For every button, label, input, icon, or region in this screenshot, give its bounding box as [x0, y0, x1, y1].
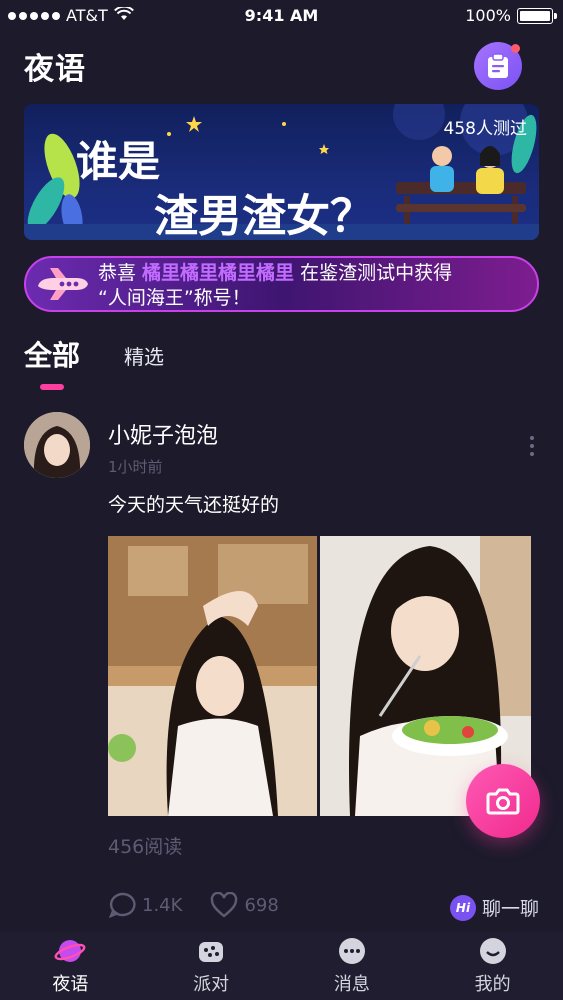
page-title: 夜语 — [24, 52, 86, 87]
banner-headline-2: 渣男渣女？ — [154, 191, 374, 240]
post-time: 1小时前 — [108, 458, 163, 476]
tab-all[interactable]: 全部 — [24, 334, 81, 390]
post-stats: 1.4K 698 — [108, 892, 307, 918]
announcement-user[interactable]: 橘里橘里橘里橘里 — [142, 262, 294, 284]
announcement-suffix: 在鉴渣测试中获得 — [294, 262, 453, 284]
quiz-banner[interactable]: 谁是 渣男渣女？ 458人测过 — [24, 104, 539, 240]
avatar[interactable] — [24, 412, 90, 478]
feed-tabs: 全部 精选 — [24, 334, 164, 390]
tasks-button[interactable] — [474, 42, 522, 90]
camera-icon — [486, 788, 520, 815]
chat-button[interactable]: Hi 聊一聊 — [449, 894, 539, 921]
read-count: 456阅读 — [108, 836, 183, 858]
announcement-title: “人间海王”称号！ — [98, 287, 251, 309]
participants-count: 458人测过 — [443, 119, 527, 139]
post-text: 今天的天气还挺好的 — [108, 494, 280, 516]
banner-headline-1: 谁是 — [76, 137, 161, 186]
announcement-text: 恭喜 橘里橘里橘里橘里 在鉴渣测试中获得 “人间海王”称号！ — [98, 261, 517, 311]
announcement-bar[interactable]: 恭喜 橘里橘里橘里橘里 在鉴渣测试中获得 “人间海王”称号！ — [24, 256, 539, 312]
notification-dot — [511, 44, 520, 53]
party-icon — [194, 934, 228, 968]
battery-percent: 100% — [465, 6, 511, 25]
hi-icon: Hi — [449, 894, 476, 921]
plane-icon — [38, 268, 88, 300]
tabbar-item-party[interactable]: 派对 — [141, 932, 282, 1000]
clipboard-icon — [488, 53, 508, 78]
status-bar: AT&T 9:41 AM 100% — [0, 0, 563, 32]
message-icon — [335, 934, 369, 968]
tabbar-item-night-talk[interactable]: 夜语 — [0, 932, 141, 1000]
battery-group: 100% — [465, 6, 557, 25]
post-photo-1[interactable] — [108, 536, 317, 816]
like-count: 698 — [244, 894, 279, 916]
avatar-image — [24, 412, 90, 478]
comment-count: 1.4K — [142, 894, 183, 916]
battery-icon — [517, 7, 557, 24]
tabbar-label-party: 派对 — [193, 974, 230, 995]
comment-icon — [108, 892, 136, 918]
tabbar-label-messages: 消息 — [333, 974, 370, 995]
planet-icon — [53, 934, 87, 968]
like-group[interactable]: 698 — [210, 892, 279, 918]
tabbar-label-profile: 我的 — [474, 974, 511, 995]
photo-image-1 — [108, 536, 317, 816]
tabbar-item-messages[interactable]: 消息 — [282, 932, 423, 1000]
more-icon[interactable] — [530, 436, 534, 456]
chat-label: 聊一聊 — [481, 898, 539, 920]
camera-button[interactable] — [466, 764, 540, 838]
tab-featured[interactable]: 精选 — [124, 341, 164, 374]
announcement-prefix: 恭喜 — [98, 262, 143, 284]
post-author[interactable]: 小妮子泡泡 — [108, 418, 218, 450]
tab-indicator — [40, 384, 64, 390]
comment-group[interactable]: 1.4K — [108, 892, 182, 918]
tabbar-item-profile[interactable]: 我的 — [422, 932, 563, 1000]
smile-icon — [476, 934, 510, 968]
heart-icon — [211, 892, 238, 918]
bottom-tab-bar: 夜语 派对 消息 我的 — [0, 932, 563, 1000]
tab-all-label: 全部 — [24, 339, 81, 372]
tabbar-label-night-talk: 夜语 — [52, 974, 89, 995]
